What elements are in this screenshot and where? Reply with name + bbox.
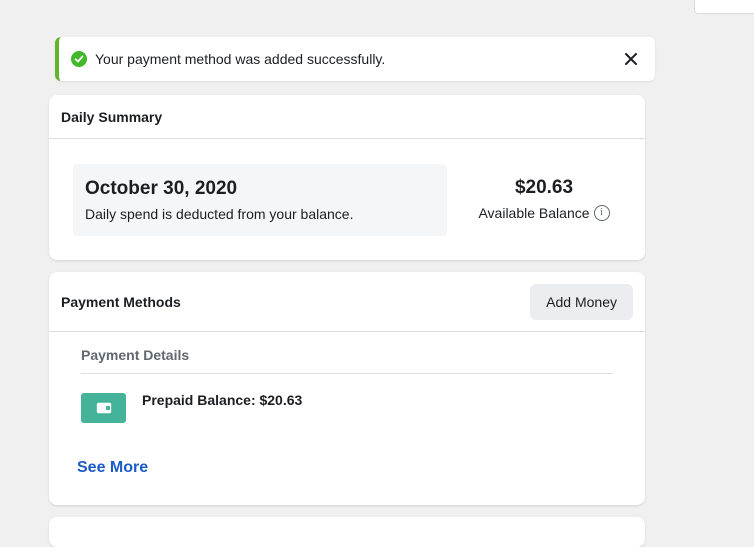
close-icon[interactable] <box>623 51 639 67</box>
payment-methods-card: Payment Methods Add Money Payment Detail… <box>49 272 645 505</box>
wallet-icon <box>81 393 126 423</box>
divider <box>81 373 613 374</box>
prepaid-balance-label: Prepaid Balance: $20.63 <box>142 392 303 408</box>
available-balance-label-row: Available Balance i <box>459 205 629 221</box>
summary-date-box: October 30, 2020 Daily spend is deducted… <box>73 164 447 236</box>
daily-summary-title: Daily Summary <box>49 95 645 139</box>
see-more-link[interactable]: See More <box>77 459 148 477</box>
available-balance-label: Available Balance <box>478 205 590 221</box>
toast-message: Your payment method was added successful… <box>95 51 386 67</box>
add-money-button[interactable]: Add Money <box>530 284 633 320</box>
success-toast: Your payment method was added successful… <box>55 37 655 81</box>
check-circle-icon <box>71 51 87 67</box>
info-icon[interactable]: i <box>593 205 610 221</box>
payment-details-label: Payment Details <box>81 347 190 363</box>
daily-summary-card: Daily Summary October 30, 2020 Daily spe… <box>49 95 645 260</box>
top-right-panel-edge <box>694 0 754 14</box>
next-card <box>49 517 645 547</box>
summary-date: October 30, 2020 <box>85 178 238 199</box>
summary-note: Daily spend is deducted from your balanc… <box>85 206 354 222</box>
available-balance-amount: $20.63 <box>514 177 574 198</box>
